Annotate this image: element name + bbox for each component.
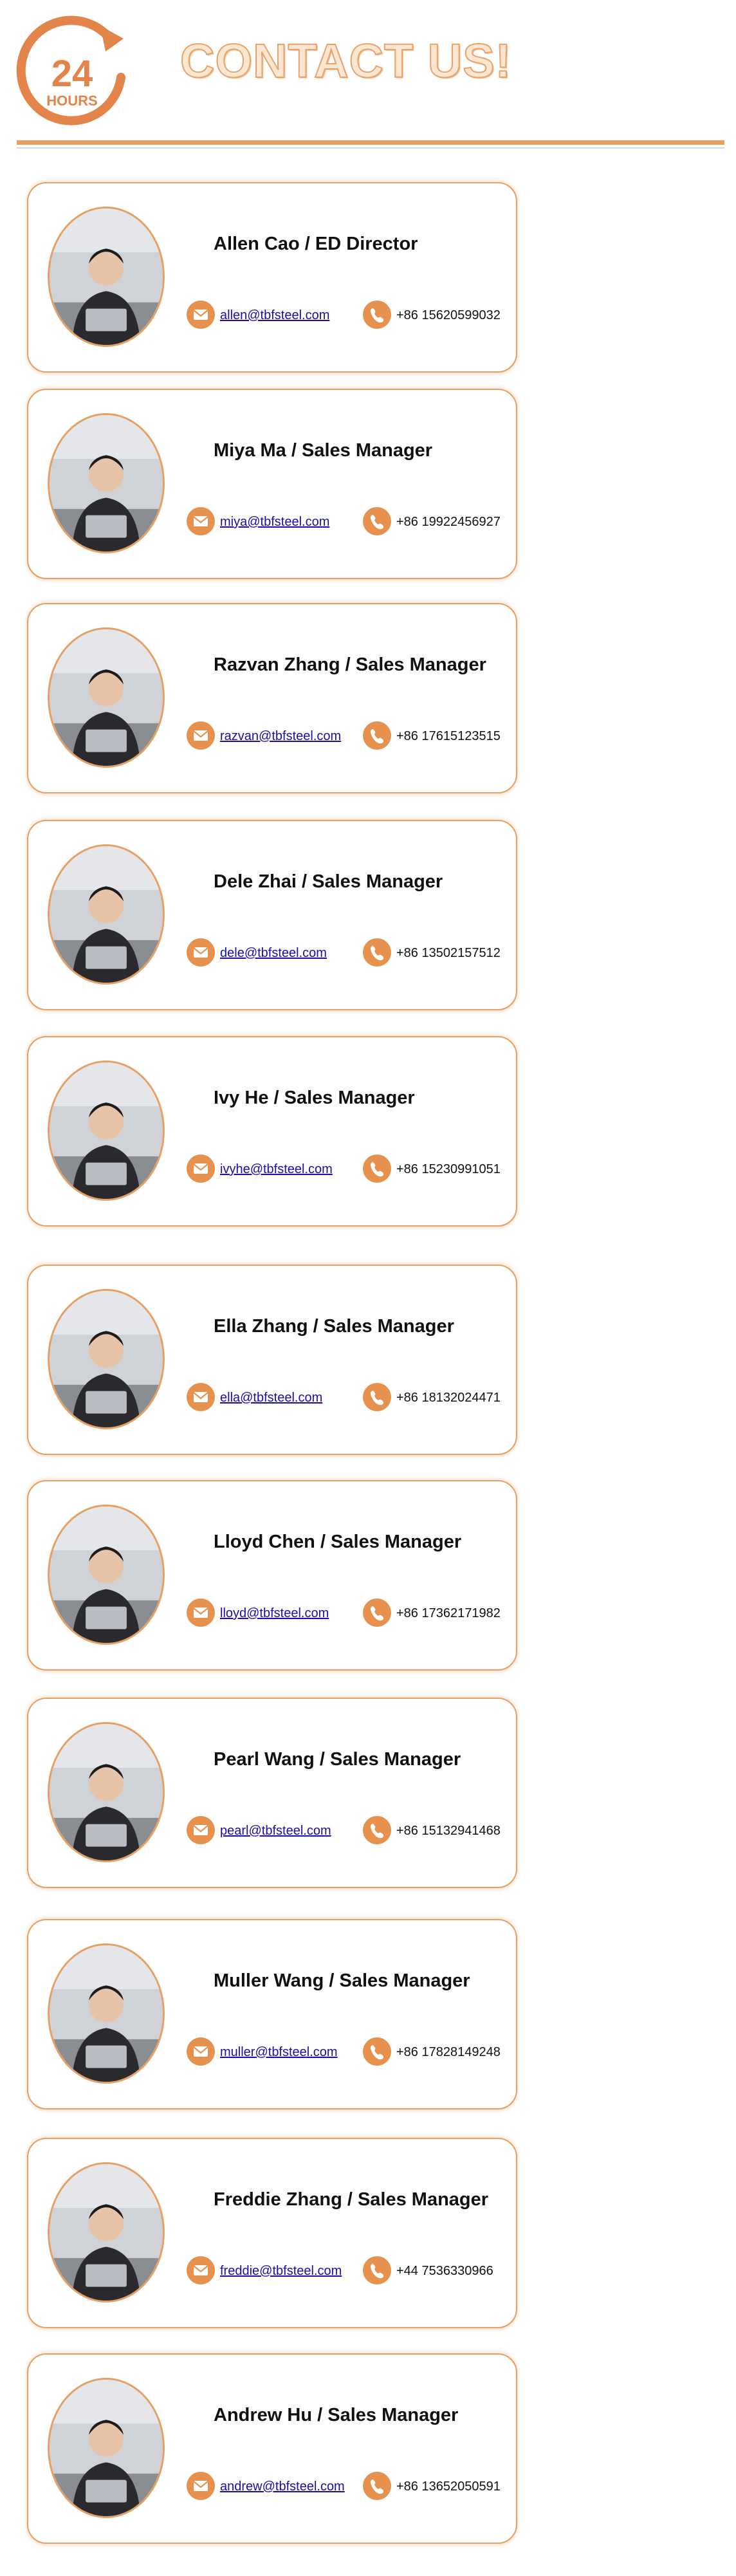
email-icon[interactable] [187, 1598, 215, 1627]
phone-icon[interactable] [363, 721, 391, 750]
phone-number: +86 13652050591 [396, 2479, 501, 2494]
phone-number: +86 17615123515 [396, 729, 501, 743]
person-photo-icon [50, 1291, 163, 1427]
phone-icon[interactable] [363, 2472, 391, 2500]
person-photo-icon [50, 846, 163, 983]
phone-icon[interactable] [363, 1598, 391, 1627]
phone-icon[interactable] [363, 938, 391, 967]
email-icon[interactable] [187, 1816, 215, 1844]
person-photo-icon [50, 1945, 163, 2082]
person-photo-icon [50, 1062, 163, 1199]
phone-number: +44 7536330966 [396, 2264, 493, 2278]
avatar [48, 2378, 165, 2518]
email-link[interactable]: dele@tbfsteel.com [220, 946, 327, 961]
phone-number: +86 13502157512 [396, 946, 501, 960]
phone-number: +86 15230991051 [396, 1162, 501, 1176]
email-link[interactable]: andrew@tbfsteel.com [220, 2479, 345, 2494]
logo-word: HOURS [46, 93, 97, 109]
contact-name: Miya Ma / Sales Manager [214, 440, 433, 461]
24-hours-logo: 24 HOURS [15, 14, 129, 131]
email-icon[interactable] [187, 721, 215, 750]
contact-name: Allen Cao / ED Director [214, 234, 418, 254]
avatar [48, 627, 165, 768]
email-link[interactable]: freddie@tbfsteel.com [220, 2264, 342, 2279]
email-icon[interactable] [187, 1383, 215, 1411]
avatar [48, 1289, 165, 1429]
phone-number: +86 15620599032 [396, 308, 501, 322]
email-link[interactable]: ivyhe@tbfsteel.com [220, 1162, 333, 1177]
email-link[interactable]: pearl@tbfsteel.com [220, 1824, 331, 1839]
email-icon[interactable] [187, 2037, 215, 2066]
contact-name: Ella Zhang / Sales Manager [214, 1316, 454, 1337]
contact-card: Freddie Zhang / Sales Manager freddie@tb… [27, 2138, 517, 2328]
contact-name: Dele Zhai / Sales Manager [214, 871, 443, 892]
person-photo-icon [50, 415, 163, 551]
contact-name: Muller Wang / Sales Manager [214, 1970, 470, 1991]
phone-number: +86 19922456927 [396, 515, 501, 529]
phone-icon[interactable] [363, 2037, 391, 2066]
person-photo-icon [50, 2380, 163, 2516]
phone-number: +86 15132941468 [396, 1824, 501, 1838]
contact-card: Miya Ma / Sales Manager miya@tbfsteel.co… [27, 389, 517, 579]
contact-name: Ivy He / Sales Manager [214, 1088, 415, 1108]
logo-number: 24 [51, 53, 93, 95]
avatar [48, 1722, 165, 1862]
avatar [48, 1505, 165, 1645]
contact-card: Muller Wang / Sales Manager muller@tbfst… [27, 1919, 517, 2109]
contact-name: Andrew Hu / Sales Manager [214, 2405, 459, 2425]
page-title: CONTACT US! [179, 34, 512, 88]
person-photo-icon [50, 1506, 163, 1643]
email-icon[interactable] [187, 301, 215, 329]
header-divider-thin [17, 147, 724, 149]
contact-card: Ella Zhang / Sales Manager ella@tbfsteel… [27, 1265, 517, 1455]
contact-name: Pearl Wang / Sales Manager [214, 1749, 461, 1770]
contact-name: Freddie Zhang / Sales Manager [214, 2189, 489, 2210]
phone-icon[interactable] [363, 301, 391, 329]
contact-card: Allen Cao / ED Director allen@tbfsteel.c… [27, 182, 517, 373]
person-photo-icon [50, 1724, 163, 1860]
email-link[interactable]: lloyd@tbfsteel.com [220, 1606, 329, 1621]
contact-name: Razvan Zhang / Sales Manager [214, 654, 486, 675]
contact-card: Ivy He / Sales Manager ivyhe@tbfsteel.co… [27, 1036, 517, 1227]
avatar [48, 413, 165, 553]
email-icon[interactable] [187, 1154, 215, 1183]
avatar [48, 2162, 165, 2303]
contact-name: Lloyd Chen / Sales Manager [214, 1532, 462, 1552]
phone-number: +86 17828149248 [396, 2045, 501, 2059]
header-divider [17, 140, 724, 145]
email-link[interactable]: miya@tbfsteel.com [220, 515, 329, 530]
person-photo-icon [50, 2164, 163, 2301]
contact-card: Razvan Zhang / Sales Manager razvan@tbfs… [27, 603, 517, 793]
email-link[interactable]: allen@tbfsteel.com [220, 308, 329, 323]
phone-number: +86 18132024471 [396, 1391, 501, 1405]
phone-icon[interactable] [363, 2256, 391, 2284]
avatar [48, 1061, 165, 1201]
phone-icon[interactable] [363, 507, 391, 535]
email-icon[interactable] [187, 2256, 215, 2284]
email-icon[interactable] [187, 507, 215, 535]
avatar [48, 1943, 165, 2084]
contact-card: Andrew Hu / Sales Manager andrew@tbfstee… [27, 2353, 517, 2544]
phone-number: +86 17362171982 [396, 1606, 501, 1620]
contact-card: Lloyd Chen / Sales Manager lloyd@tbfstee… [27, 1480, 517, 1671]
email-icon[interactable] [187, 2472, 215, 2500]
phone-icon[interactable] [363, 1154, 391, 1183]
contact-card: Pearl Wang / Sales Manager pearl@tbfstee… [27, 1698, 517, 1888]
avatar [48, 844, 165, 985]
email-link[interactable]: muller@tbfsteel.com [220, 2045, 338, 2060]
email-link[interactable]: ella@tbfsteel.com [220, 1391, 322, 1405]
person-photo-icon [50, 629, 163, 766]
avatar [48, 207, 165, 347]
email-icon[interactable] [187, 938, 215, 967]
person-photo-icon [50, 208, 163, 345]
phone-icon[interactable] [363, 1383, 391, 1411]
page-header: 24 HOURS CONTACT US! [0, 0, 736, 154]
email-link[interactable]: razvan@tbfsteel.com [220, 729, 341, 744]
phone-icon[interactable] [363, 1816, 391, 1844]
contact-card: Dele Zhai / Sales Manager dele@tbfsteel.… [27, 820, 517, 1010]
